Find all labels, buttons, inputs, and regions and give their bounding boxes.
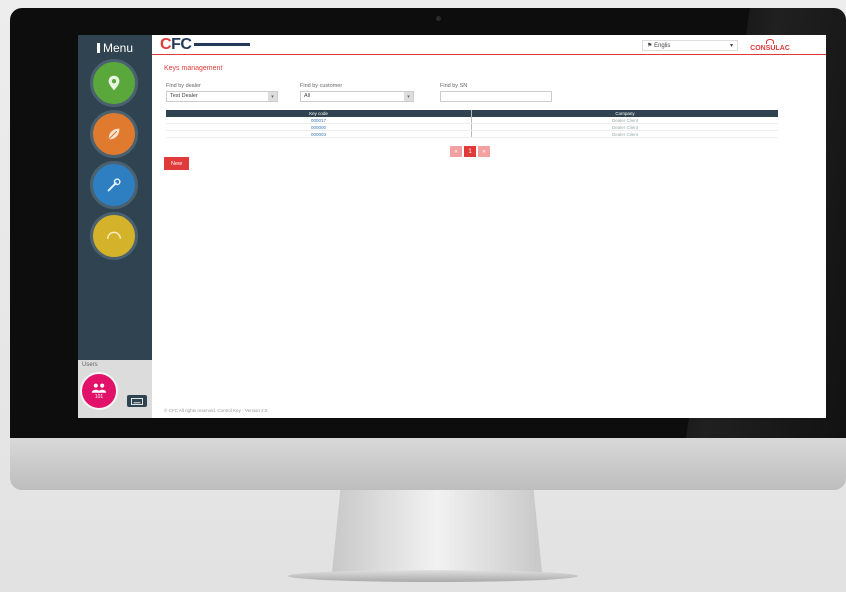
nav-dashboard-button[interactable] — [90, 212, 138, 260]
footer-text: © CFC All rights reserved. Control Key -… — [164, 408, 268, 413]
users-icon — [91, 383, 107, 393]
filter-dealer-value: Test Dealer — [170, 93, 198, 99]
logo-tagline-bar — [194, 43, 250, 46]
tools-icon — [107, 178, 121, 192]
page-prev-button[interactable]: « — [450, 146, 462, 157]
language-value: ⚑ Englis — [647, 42, 670, 49]
monitor-stand-base — [288, 570, 578, 582]
users-button[interactable]: 101 — [80, 372, 118, 410]
nav-tools-button[interactable] — [90, 161, 138, 209]
keyboard-icon — [131, 397, 143, 405]
table-header: Key code Company — [166, 110, 778, 117]
key-code-link[interactable]: 000000 — [166, 124, 472, 130]
gauge-icon — [106, 231, 122, 239]
new-key-button[interactable]: New — [164, 157, 189, 170]
sidebar: Menu Users 101 — [78, 35, 152, 418]
flag-icon: ⚑ — [647, 43, 653, 49]
chevron-down-icon: ▾ — [268, 92, 277, 101]
monitor-stand — [332, 490, 542, 572]
chevron-down-icon: ▾ — [404, 92, 413, 101]
user-panel: Users 101 — [78, 360, 152, 418]
company-cell: Dealer Client — [611, 131, 638, 137]
company-cell: Dealer Client — [611, 124, 638, 130]
map-pin-icon — [108, 75, 120, 91]
user-panel-label: Users — [82, 362, 98, 368]
cfc-logo: CFC — [160, 36, 192, 53]
menu-icon — [96, 43, 100, 53]
brand-logo: CONSULAC — [742, 39, 798, 52]
table-row: 000017 Dealer Client — [166, 117, 778, 124]
webcam-icon — [436, 16, 441, 21]
filter-dealer-label: Find by dealer — [166, 83, 201, 89]
filter-sn-label: Find by SN — [440, 83, 468, 89]
language-select[interactable]: ⚑ Englis ▾ — [642, 40, 738, 51]
monitor-chin — [10, 438, 846, 490]
company-cell: Dealer Client — [611, 117, 638, 123]
brand-name: CONSULAC — [750, 45, 790, 52]
filter-customer-label: Find by customer — [300, 83, 343, 89]
leaf-icon — [108, 128, 120, 140]
nav-locations-button[interactable] — [90, 59, 138, 107]
page-current-button[interactable]: 1 — [464, 146, 476, 157]
page-next-button[interactable]: » — [478, 146, 490, 157]
app-screen: Menu Users 101 CFC ⚑ Englis ▾ CONSULAC K… — [78, 35, 826, 418]
keyboard-button[interactable] — [127, 395, 147, 407]
pagination: « 1 » — [450, 146, 490, 157]
menu-header[interactable]: Menu — [78, 41, 152, 55]
key-code-link[interactable]: 000003 — [166, 131, 472, 137]
language-label: Englis — [654, 43, 671, 49]
filter-customer-value: All — [304, 93, 311, 99]
filter-dealer-select[interactable]: Test Dealer ▾ — [166, 91, 278, 102]
page-title: Keys management — [164, 65, 223, 72]
column-header-company[interactable]: Company — [472, 110, 778, 117]
table-row: 000000 Dealer Client — [166, 124, 778, 131]
keys-table: Key code Company 000017 Dealer Client 00… — [166, 110, 778, 138]
filter-customer-select[interactable]: All ▾ — [300, 91, 414, 102]
column-header-key[interactable]: Key code — [166, 110, 472, 117]
filter-sn-input[interactable] — [440, 91, 552, 102]
table-row: 000003 Dealer Client — [166, 131, 778, 138]
app-header: CFC ⚑ Englis ▾ CONSULAC — [152, 35, 826, 55]
menu-title: Menu — [102, 41, 134, 55]
brand-mark-icon — [766, 39, 774, 44]
key-code-link[interactable]: 000017 — [166, 117, 472, 123]
chevron-down-icon: ▾ — [729, 43, 733, 49]
nav-products-button[interactable] — [90, 110, 138, 158]
users-count: 101 — [94, 393, 104, 400]
